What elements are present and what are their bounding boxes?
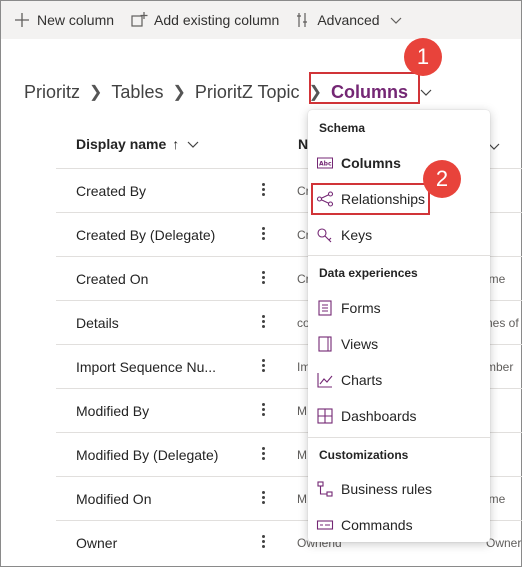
breadcrumb-item-topic[interactable]: PrioritZ Topic (195, 82, 300, 103)
chevron-down-icon (390, 17, 402, 24)
menu-item-views[interactable]: Views (316, 332, 378, 356)
display-name-header-label: Display name (76, 136, 167, 152)
command-icon (316, 520, 334, 530)
row-extra: Owner (486, 535, 522, 550)
chevron-right-icon: ❯ (172, 84, 186, 101)
add-existing-column-button[interactable]: Add existing column (130, 11, 279, 29)
row-name: M (297, 403, 307, 418)
row-display-name[interactable]: Owner (76, 535, 117, 551)
menu-item-forms-label: Forms (341, 300, 381, 316)
menu-item-views-label: Views (341, 336, 379, 352)
chevron-right-icon: ❯ (89, 84, 103, 101)
key-icon (317, 228, 332, 243)
callout-2-label: 2 (435, 166, 449, 191)
row-display-name[interactable]: Created On (76, 271, 148, 287)
menu-item-dashboards-label: Dashboards (341, 408, 417, 424)
menu-item-business-rules-label: Business rules (341, 481, 433, 497)
plus-icon (15, 13, 29, 27)
menu-item-charts[interactable]: Charts (316, 368, 382, 392)
menu-divider (308, 255, 490, 256)
menu-divider (308, 437, 490, 438)
new-column-label: New column (37, 12, 115, 28)
add-existing-column-label: Add existing column (154, 12, 280, 28)
menu-item-keys[interactable]: Keys (316, 223, 372, 247)
advanced-button[interactable]: Advanced (295, 11, 407, 29)
more-options-icon[interactable] (256, 357, 270, 377)
row-extra: mber (486, 359, 514, 374)
add-existing-icon (131, 12, 148, 27)
row-display-name[interactable]: Created By (76, 183, 146, 199)
menu-item-charts-label: Charts (341, 372, 383, 388)
more-options-icon[interactable] (256, 269, 270, 289)
data-experiences-section-header: Data experiences (319, 266, 418, 280)
row-name: M (297, 491, 307, 506)
more-options-icon[interactable] (256, 225, 270, 245)
menu-item-forms[interactable]: Forms (316, 296, 381, 320)
callout-1: 1 (404, 38, 442, 76)
new-column-button[interactable]: New column (13, 11, 114, 29)
tools-icon (297, 13, 308, 27)
name-column-header[interactable]: N (298, 136, 308, 152)
breadcrumb-item-tables[interactable]: Tables (111, 82, 163, 103)
menu-item-business-rules[interactable]: Business rules (316, 477, 432, 501)
chevron-down-icon (187, 141, 199, 148)
menu-item-keys-label: Keys (341, 227, 373, 243)
callout-1-label: 1 (416, 44, 430, 69)
menu-item-columns[interactable]: Abc Columns (316, 151, 401, 175)
svg-text:Abc: Abc (319, 161, 332, 168)
menu-item-commands[interactable]: Commands (316, 513, 413, 537)
row-name: M (297, 447, 307, 462)
more-options-icon[interactable] (256, 313, 270, 333)
name-header-label: N (298, 136, 309, 152)
customizations-section-header: Customizations (319, 448, 409, 462)
view-icon (318, 336, 332, 352)
relationships-highlight (311, 183, 430, 215)
row-display-name[interactable]: Import Sequence Nu... (76, 359, 216, 375)
command-bar: New column Add existing column Advanced (1, 1, 521, 39)
columns-dropdown-menu: Schema Abc Columns Relationships Keys Da… (308, 110, 490, 542)
dashboard-icon (317, 408, 333, 424)
chevron-down-icon (420, 89, 432, 96)
callout-2: 2 (423, 160, 461, 198)
menu-item-commands-label: Commands (341, 517, 413, 533)
advanced-label: Advanced (317, 12, 380, 28)
more-options-icon[interactable] (256, 181, 270, 201)
columns-highlight (309, 72, 420, 104)
business-rules-icon (317, 481, 333, 497)
more-options-icon[interactable] (256, 533, 270, 553)
row-display-name[interactable]: Modified By (Delegate) (76, 447, 218, 463)
more-options-icon[interactable] (256, 489, 270, 509)
chart-icon (317, 373, 333, 388)
menu-item-columns-label: Columns (341, 155, 401, 171)
row-display-name[interactable]: Created By (Delegate) (76, 227, 215, 243)
row-extra: nes of (486, 315, 519, 330)
columns-icon: Abc (317, 157, 333, 169)
more-options-icon[interactable] (256, 445, 270, 465)
display-name-column-header[interactable]: Display name ↑ (76, 136, 199, 152)
schema-section-header: Schema (319, 121, 366, 135)
row-display-name[interactable]: Details (76, 315, 119, 331)
form-icon (318, 300, 332, 316)
row-display-name[interactable]: Modified By (76, 403, 149, 419)
row-display-name[interactable]: Modified On (76, 491, 151, 507)
menu-item-dashboards[interactable]: Dashboards (316, 404, 417, 428)
breadcrumb-item-prioritz[interactable]: Prioritz (24, 82, 80, 103)
more-options-icon[interactable] (256, 401, 270, 421)
sort-ascending-icon: ↑ (172, 136, 180, 152)
